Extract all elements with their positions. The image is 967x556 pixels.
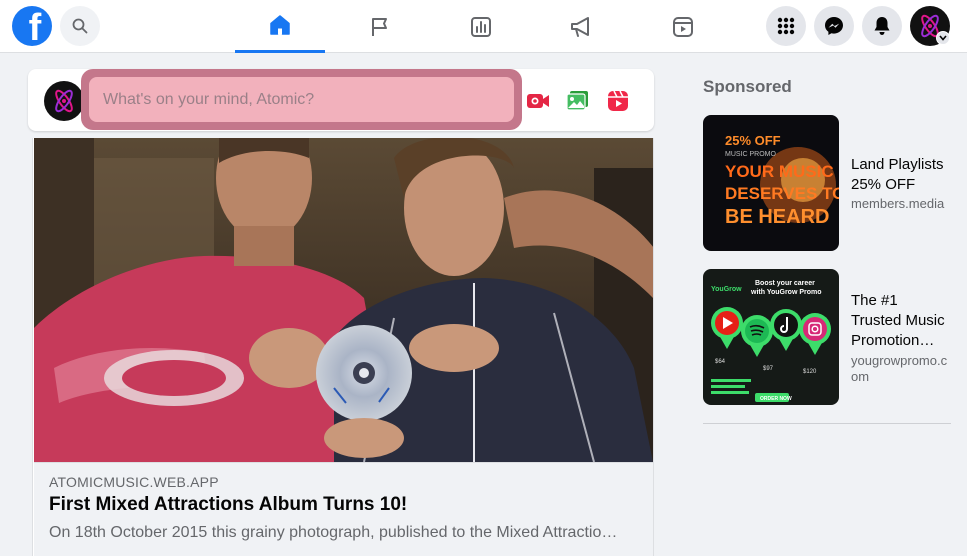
live-video-button[interactable] <box>526 89 550 113</box>
nav-tab-home[interactable] <box>235 0 325 53</box>
link-domain: ATOMICMUSIC.WEB.APP <box>49 474 219 490</box>
nav-tab-insights[interactable] <box>436 0 526 53</box>
grid-menu-icon <box>777 17 795 35</box>
ad2-line-1: Boost your career <box>755 280 815 287</box>
ad2-price-3: $120 <box>803 369 817 375</box>
facebook-logo-letter: f <box>28 7 42 46</box>
top-navigation-bar: f <box>0 0 967 53</box>
sponsored-heading: Sponsored <box>703 77 792 96</box>
ad1-line-4: DESERVES TO <box>725 184 839 203</box>
ad1-line-5: BE HEARD <box>725 206 829 228</box>
facebook-logo[interactable]: f <box>12 6 52 46</box>
link-preview[interactable]: ATOMICMUSIC.WEB.APP First Mixed Attracti… <box>34 462 653 556</box>
sidebar-divider <box>703 423 951 424</box>
ad-title-2[interactable]: The #1 Trusted Music Promotion… <box>851 291 951 351</box>
link-post: ATOMICMUSIC.WEB.APP First Mixed Attracti… <box>32 138 654 556</box>
atomic-logo-icon <box>55 89 73 113</box>
megaphone-icon <box>571 16 589 37</box>
reel-icon <box>608 90 628 111</box>
search-button[interactable] <box>60 6 100 46</box>
ad1-line-3: YOUR MUSIC <box>725 162 834 181</box>
reel-button[interactable] <box>606 89 630 113</box>
band-photo-image <box>34 138 653 462</box>
ad-domain-2: yougrowpromo.com <box>851 353 948 384</box>
ad1-line-2: MUSIC PROMO <box>725 151 777 158</box>
account-menu-caret[interactable] <box>936 31 950 45</box>
ad-domain-1: members.media <box>851 196 945 211</box>
composer-avatar[interactable] <box>44 81 84 121</box>
yougrow-ad-image: Boost your career with YouGrow Promo You… <box>703 269 839 405</box>
ad-image-2[interactable]: Boost your career with YouGrow Promo You… <box>703 269 839 405</box>
ad-title-1[interactable]: Land Playlists 25% OFF <box>851 155 951 195</box>
ad2-line-2: with YouGrow Promo <box>750 289 822 296</box>
post-composer: What's on your mind, Atomic? <box>28 69 654 131</box>
flag-icon <box>372 17 387 36</box>
music-promo-ad-image: 25% OFF MUSIC PROMO YOUR MUSIC DESERVES … <box>703 115 839 251</box>
post-photo[interactable] <box>34 138 653 462</box>
menu-button[interactable] <box>766 6 806 46</box>
ad2-price-2: $97 <box>763 366 774 372</box>
chevron-down-icon <box>939 35 947 41</box>
messenger-button[interactable] <box>814 6 854 46</box>
nav-tab-pages[interactable] <box>335 0 425 53</box>
bell-icon <box>874 17 890 35</box>
sponsored-ad-1[interactable]: 25% OFF MUSIC PROMO YOUR MUSIC DESERVES … <box>703 115 951 255</box>
ad2-line-3: YouGrow <box>711 286 742 293</box>
composer-input[interactable]: What's on your mind, Atomic? <box>89 77 514 122</box>
nav-tab-reels[interactable] <box>638 0 728 53</box>
ad2-price-1: $64 <box>715 359 726 365</box>
link-title[interactable]: First Mixed Attractions Album Turns 10! <box>49 494 407 516</box>
composer-placeholder: What's on your mind, Atomic? <box>103 90 315 108</box>
home-icon <box>270 15 290 35</box>
notifications-button[interactable] <box>862 6 902 46</box>
link-description: On 18th October 2015 this grainy photogr… <box>49 524 618 541</box>
ad1-line-1: 25% OFF <box>725 133 781 148</box>
photo-icon <box>566 91 588 111</box>
chart-icon <box>471 16 491 37</box>
sponsored-ad-2[interactable]: Boost your career with YouGrow Promo You… <box>703 269 951 409</box>
photo-video-button[interactable] <box>566 89 590 113</box>
nav-tab-ads[interactable] <box>537 0 627 53</box>
ad2-order-button-text: ORDER NOW <box>760 396 792 402</box>
reels-icon <box>673 16 693 37</box>
messenger-icon <box>825 17 843 35</box>
ad-image-1[interactable]: 25% OFF MUSIC PROMO YOUR MUSIC DESERVES … <box>703 115 839 251</box>
live-video-icon <box>527 94 549 108</box>
search-icon <box>72 18 88 34</box>
